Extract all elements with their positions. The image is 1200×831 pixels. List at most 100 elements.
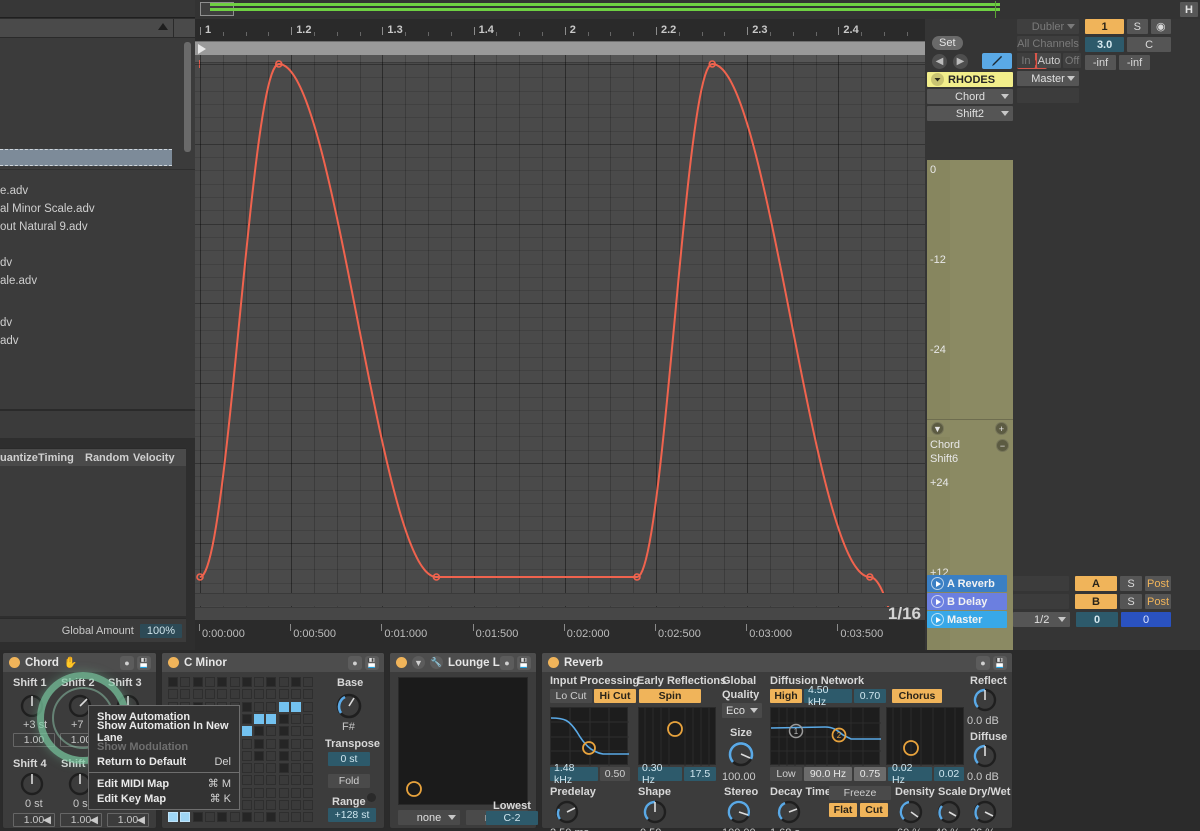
reverb-freeze-button[interactable]: Freeze	[829, 786, 891, 800]
save-icon[interactable]: 💾	[993, 656, 1007, 670]
play-icon[interactable]	[931, 595, 944, 608]
return-a-name[interactable]: A Reverb	[927, 575, 1007, 592]
scale-grid-cell[interactable]	[180, 812, 191, 823]
record-arm-icon[interactable]: ◉	[1150, 19, 1171, 34]
scale-grid-cell[interactable]	[204, 677, 215, 687]
monitor-auto-button[interactable]: Auto	[1036, 53, 1062, 68]
scale-grid-cell[interactable]	[241, 738, 252, 749]
scale-grid-cell[interactable]	[278, 775, 289, 786]
scale-fold-button[interactable]: Fold	[328, 774, 370, 788]
scale-grid-cell[interactable]	[254, 750, 265, 761]
master-name[interactable]: Master	[927, 611, 1008, 628]
reverb-hicut-freq[interactable]: 1.48 kHz	[550, 762, 598, 786]
scale-grid-cell[interactable]	[278, 701, 289, 712]
scale-grid-cell[interactable]	[303, 689, 314, 700]
return-b-io[interactable]	[1012, 594, 1069, 609]
scale-grid-cell[interactable]	[303, 800, 314, 810]
scale-grid-cell[interactable]	[291, 701, 301, 712]
scale-grid-cell[interactable]	[278, 726, 289, 737]
automation-curve[interactable]	[199, 62, 916, 620]
scale-grid-cell[interactable]	[254, 812, 265, 823]
device-scale-title-bar[interactable]: C Minor ● 💾	[162, 653, 384, 672]
reverb-scale-knob[interactable]	[936, 799, 962, 825]
list-item[interactable]: e.adv	[0, 182, 28, 200]
arrangement-overview[interactable]: H W	[195, 0, 1200, 19]
scale-grid-cell[interactable]	[192, 677, 203, 687]
scale-grid-cell[interactable]	[303, 750, 314, 761]
list-item[interactable]: ale.adv	[0, 272, 37, 290]
scale-transpose-value[interactable]: 0 st	[328, 752, 370, 766]
list-item[interactable]: out Natural 9.adv	[0, 218, 88, 236]
volume-right-value[interactable]: -inf	[1119, 55, 1150, 70]
list-item[interactable]: dv	[0, 254, 12, 272]
reverb-hi-cut[interactable]: Hi Cut	[594, 689, 636, 703]
scale-grid-cell[interactable]	[241, 713, 252, 724]
scale-grid-cell[interactable]	[180, 689, 191, 700]
scale-grid-cell[interactable]	[192, 689, 203, 700]
reverb-predelay-knob[interactable]	[554, 799, 580, 825]
tab-timing[interactable]: Timing	[38, 452, 74, 464]
reverb-hicut-width[interactable]: 0.50	[600, 767, 630, 781]
tab-velocity[interactable]: Velocity	[133, 452, 175, 464]
scale-grid-cell[interactable]	[303, 701, 314, 712]
device-reverb-title-bar[interactable]: Reverb ● 💾	[542, 653, 1012, 672]
scale-grid-cell[interactable]	[303, 738, 314, 749]
track-number-button[interactable]: 1	[1085, 19, 1125, 34]
master-pan[interactable]: 0	[1076, 612, 1118, 627]
menu-item[interactable]: Edit Key Map ⌘ K	[89, 791, 239, 806]
scale-grid-cell[interactable]	[278, 763, 289, 774]
browser-selected-row[interactable]	[0, 149, 172, 166]
chord-shift4-knob[interactable]	[19, 771, 45, 797]
scale-grid-cell[interactable]	[180, 677, 191, 687]
sort-arrow-icon[interactable]	[158, 23, 168, 30]
parameter-chooser[interactable]: Shift2	[927, 106, 1013, 121]
reverb-input-curve[interactable]	[550, 707, 629, 766]
scale-grid-cell[interactable]	[217, 689, 228, 700]
scale-grid-cell[interactable]	[254, 738, 265, 749]
scale-grid-cell[interactable]	[303, 812, 314, 823]
return-track-row-b[interactable]: B Delay B S Post	[927, 593, 1171, 610]
pan-mode-button[interactable]: C	[1127, 37, 1171, 52]
scale-grid-cell[interactable]	[254, 763, 265, 774]
reverb-low-q[interactable]: 0.75	[854, 767, 886, 781]
scale-lowest-value[interactable]: C-2	[486, 811, 538, 825]
chevron-down-icon[interactable]	[931, 73, 944, 86]
time-ruler[interactable]: 1/16 0:00:000 0:00:500 0:01:000 0:01:500 0:0…	[195, 604, 925, 650]
scale-grid-cell[interactable]	[241, 677, 252, 687]
loop-scrub-bar[interactable]	[195, 41, 925, 55]
return-a-io[interactable]	[1012, 576, 1069, 591]
chord-shift1-knob[interactable]	[19, 691, 45, 717]
solo-button[interactable]: S	[1127, 19, 1148, 34]
device-reverb[interactable]: Reverb ● 💾 Input Processing Lo Cut Hi Cu…	[541, 652, 1013, 831]
monitor-off-button[interactable]: Off	[1063, 53, 1081, 68]
reverb-diffuse-knob[interactable]	[972, 743, 998, 769]
tab-quantize[interactable]: uantize	[0, 452, 38, 464]
lane-controls-row[interactable]: ▼ +	[927, 419, 1013, 437]
list-item[interactable]: dv	[0, 314, 12, 332]
scale-grid-cell[interactable]	[168, 812, 178, 823]
scale-grid-cell[interactable]	[303, 726, 314, 737]
scale-grid-cell[interactable]	[266, 701, 277, 712]
scale-grid-cell[interactable]	[291, 763, 301, 774]
reverb-size-knob[interactable]	[726, 739, 756, 769]
reverb-high-freq[interactable]: 4.50 kHz	[804, 684, 852, 708]
scale-grid-cell[interactable]	[192, 812, 203, 823]
chevron-down-icon[interactable]: ▼	[412, 656, 425, 669]
scale-range-dot-icon[interactable]	[367, 793, 376, 802]
lane-strip[interactable]	[195, 593, 925, 606]
arrow-right-icon[interactable]: ▶	[953, 54, 968, 69]
scale-grid-cell[interactable]	[291, 689, 301, 700]
lane-strip[interactable]	[195, 607, 925, 620]
scale-grid-cell[interactable]	[278, 800, 289, 810]
scale-grid-cell[interactable]	[266, 677, 277, 687]
scale-grid-cell[interactable]	[291, 713, 301, 724]
scale-grid-cell[interactable]	[266, 812, 277, 823]
reverb-reflect-knob[interactable]	[972, 687, 998, 713]
scale-grid-cell[interactable]	[266, 738, 277, 749]
browser-header-extra-column[interactable]	[173, 19, 195, 38]
lounge-macro-a[interactable]: none	[398, 810, 460, 825]
reverb-spin-button[interactable]: Spin	[639, 689, 701, 703]
browser-result-list[interactable]	[0, 38, 195, 169]
bar-ruler[interactable]: 11.21.31.422.22.32.43	[195, 19, 999, 41]
scale-grid-cell[interactable]	[204, 689, 215, 700]
